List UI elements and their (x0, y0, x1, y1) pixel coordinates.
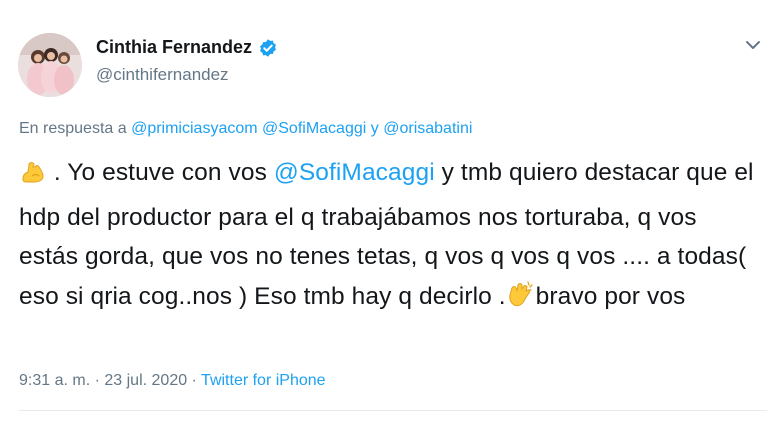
divider (19, 410, 767, 411)
tweet-source-link[interactable]: Twitter for iPhone (201, 372, 326, 389)
tweet-text-part-1: . Yo estuve con vos (47, 159, 274, 186)
tweet-mention-sofimacaggi[interactable]: @SofiMacaggi (274, 159, 435, 186)
meta-separator: · (187, 372, 202, 389)
tweet-card: Cinthia Fernandez @cinthifernandez En re… (0, 0, 767, 421)
meta-separator: · (90, 372, 105, 389)
reply-mention-sofimacaggi[interactable]: @SofiMacaggi (262, 120, 366, 137)
tweet-time[interactable]: 9:31 a. m. (19, 372, 90, 389)
verified-badge-icon (260, 38, 276, 57)
avatar[interactable] (18, 33, 82, 97)
flexed-biceps-icon (19, 157, 47, 198)
author-name[interactable]: Cinthia Fernandez (96, 37, 252, 58)
reply-mention-orisabatini[interactable]: @orisabatini (383, 120, 472, 137)
tweet-text-part-3: bravo por vos (535, 282, 686, 310)
clapping-hands-icon (506, 279, 536, 322)
author-name-row[interactable]: Cinthia Fernandez (96, 37, 278, 58)
tweet-date[interactable]: 23 jul. 2020 (104, 372, 187, 389)
author-handle[interactable]: @cinthifernandez (96, 65, 229, 85)
reply-context: En respuesta a @primiciasyacom @SofiMaca… (19, 120, 472, 138)
reply-conjunction: y (370, 120, 379, 137)
chevron-down-icon[interactable] (744, 38, 762, 52)
tweet-text: . Yo estuve con vos @SofiMacaggi y tmb q… (19, 153, 759, 321)
tweet-meta: 9:31 a. m. · 23 jul. 2020 · Twitter for … (19, 372, 326, 390)
reply-prefix: En respuesta a (19, 120, 127, 137)
avatar-photo-icon (18, 33, 82, 97)
reply-mention-primiciasyacom[interactable]: @primiciasyacom (131, 120, 257, 137)
